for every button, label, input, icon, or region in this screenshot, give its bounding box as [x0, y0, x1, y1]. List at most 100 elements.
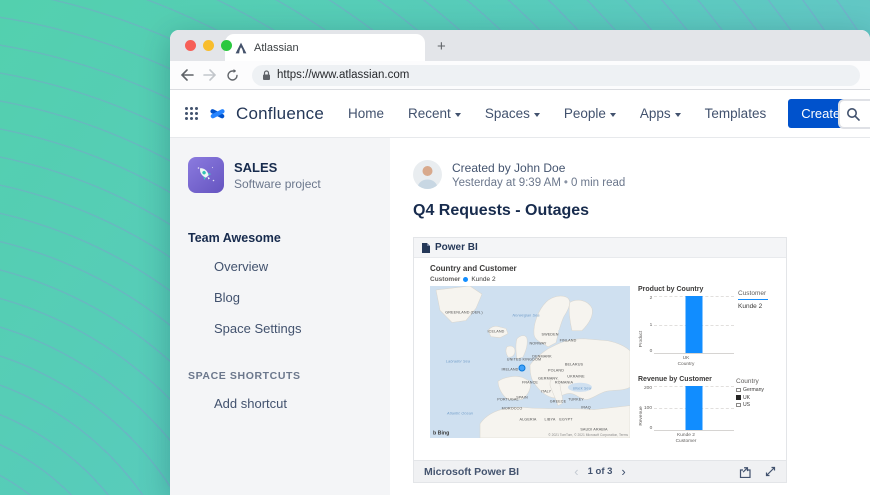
search-icon: [846, 107, 860, 121]
map-label: ROMANIA: [555, 381, 573, 385]
checkbox-icon: [736, 403, 741, 408]
forward-icon[interactable]: [203, 69, 217, 81]
url-text: https://www.atlassian.com: [277, 69, 409, 81]
page-indicator: 1 of 3: [588, 466, 613, 477]
chevron-down-icon: [675, 113, 681, 117]
map-label: GREENLAND (DEN.): [445, 311, 483, 315]
chevron-down-icon: [455, 113, 461, 117]
sidebar-item[interactable]: Overview: [188, 251, 372, 282]
confluence-logo-icon: [209, 105, 226, 122]
slicer-underline: [738, 299, 768, 300]
sidebar-shortcut-items: Add shortcut: [188, 388, 372, 419]
avatar[interactable]: [413, 160, 442, 189]
map-label: UNITED KINGDOM: [507, 359, 541, 363]
map-label: SPAIN: [516, 397, 528, 401]
space-type: Software project: [234, 177, 321, 191]
chevron-down-icon: [534, 113, 540, 117]
bing-logo: b Bing: [433, 431, 449, 436]
maximize-window-button[interactable]: [221, 40, 232, 51]
map-label: NORWAY: [529, 342, 546, 346]
byline-separator: •: [564, 177, 568, 189]
nav-item[interactable]: Apps: [640, 106, 681, 121]
map-label: GERMANY: [538, 377, 558, 381]
report-legend: Customer Kunde 2: [430, 276, 776, 283]
nav-item[interactable]: People: [564, 106, 616, 121]
country-slicer[interactable]: Country Germany: [736, 376, 780, 444]
map-label: DENMARK: [532, 356, 551, 360]
x-axis-tick: UK: [648, 356, 725, 361]
x-axis-label: Country: [648, 362, 725, 367]
sidebar-team-items: OverviewBlogSpace Settings: [188, 251, 372, 344]
app-switcher-icon[interactable]: [184, 106, 199, 121]
y-axis-ticks: 210: [644, 296, 654, 353]
chart-revenue-by-customer[interactable]: Revenue by Customer Revenue 2001000: [638, 376, 734, 444]
map-data-point[interactable]: [519, 365, 526, 372]
sidebar-item[interactable]: Blog: [188, 282, 372, 313]
nav-item[interactable]: Templates: [705, 106, 767, 121]
map-visual[interactable]: GREENLAND (DEN.)ICELANDNorwegian SeaNORW…: [430, 286, 630, 438]
confluence-brand[interactable]: Confluence: [236, 104, 324, 124]
page-pagination: ‹ 1 of 3 ›: [574, 464, 626, 479]
map-label: IRELAND: [501, 368, 518, 372]
embed-header: Power BI: [414, 238, 786, 258]
atlassian-favicon-icon: [235, 42, 247, 54]
chart-title: Revenue by Customer: [638, 376, 734, 383]
nav-item[interactable]: Recent: [408, 106, 461, 121]
rocket-icon: [194, 163, 218, 187]
browser-tab[interactable]: Atlassian: [225, 34, 425, 61]
share-icon[interactable]: [739, 466, 752, 478]
slicer-item[interactable]: Kunde 2: [738, 303, 774, 310]
embed-header-label: Power BI: [435, 242, 478, 253]
slicer-option[interactable]: Germany: [736, 387, 780, 393]
bar-kunde2[interactable]: [686, 386, 703, 430]
slicer-option[interactable]: US: [736, 402, 780, 408]
search-input[interactable]: [838, 99, 870, 129]
sidebar-section-team-heading: Team Awesome: [188, 231, 372, 245]
sidebar-item[interactable]: Add shortcut: [188, 388, 372, 419]
sidebar-item[interactable]: Space Settings: [188, 313, 372, 344]
next-page-icon[interactable]: ›: [621, 464, 625, 479]
slicer-header: Customer: [738, 290, 774, 297]
chart-title: Product by Country: [638, 286, 734, 293]
report-title: Country and Customer: [430, 264, 776, 273]
x-axis-tick: Kunde 2: [648, 433, 725, 438]
confluence-nav: Confluence Home Recent Spaces P: [170, 90, 870, 138]
previous-page-icon[interactable]: ‹: [574, 464, 578, 479]
refresh-icon[interactable]: [226, 69, 239, 82]
map-label: Atlantic Ocean: [447, 412, 473, 416]
space-avatar: [188, 157, 224, 193]
page-content: Created by John Doe Yesterday at 9:39 AM…: [390, 138, 870, 495]
slicer-option[interactable]: UK: [736, 395, 780, 401]
url-bar[interactable]: https://www.atlassian.com: [252, 65, 860, 86]
expand-icon[interactable]: [765, 466, 776, 477]
map-label: BELARUS: [565, 363, 583, 367]
space-name: SALES: [234, 160, 321, 175]
slicer-header: Country: [736, 378, 780, 385]
plot-area: [654, 296, 734, 353]
tab-title: Atlassian: [254, 42, 299, 54]
map-label: ALGERIA: [519, 418, 536, 422]
space-header[interactable]: SALES Software project: [188, 157, 372, 193]
map-label: Labrador Sea: [446, 360, 470, 364]
slicer-options: Germany UK: [736, 387, 780, 408]
back-icon[interactable]: [180, 69, 194, 81]
close-window-button[interactable]: [185, 40, 196, 51]
minimize-window-button[interactable]: [203, 40, 214, 51]
bar-uk[interactable]: [686, 296, 703, 353]
space-sidebar: SALES Software project Team Awesome Over…: [170, 138, 390, 495]
map-label: LIBYA: [545, 418, 556, 422]
browser-toolbar: https://www.atlassian.com: [170, 61, 870, 90]
new-tab-button[interactable]: +: [437, 38, 446, 61]
traffic-lights: [185, 40, 232, 51]
report-canvas: Country and Customer Customer Kunde 2: [414, 258, 786, 460]
map-attribution: © 2021 TomTom, © 2021 Microsoft Corporat…: [548, 434, 628, 437]
chart-product-by-country[interactable]: Product by Country Product 210: [638, 286, 734, 367]
nav-item[interactable]: Spaces: [485, 106, 540, 121]
customer-slicer[interactable]: Customer Kunde 2: [738, 286, 774, 367]
byline-author[interactable]: Created by John Doe: [452, 161, 625, 175]
checkbox-icon: [736, 395, 741, 400]
byline-date: Yesterday at 9:39 AM: [452, 177, 561, 189]
nav-item[interactable]: Home: [348, 106, 384, 121]
page-title: Q4 Requests - Outages: [413, 202, 870, 220]
y-axis-label: Product: [639, 302, 644, 348]
